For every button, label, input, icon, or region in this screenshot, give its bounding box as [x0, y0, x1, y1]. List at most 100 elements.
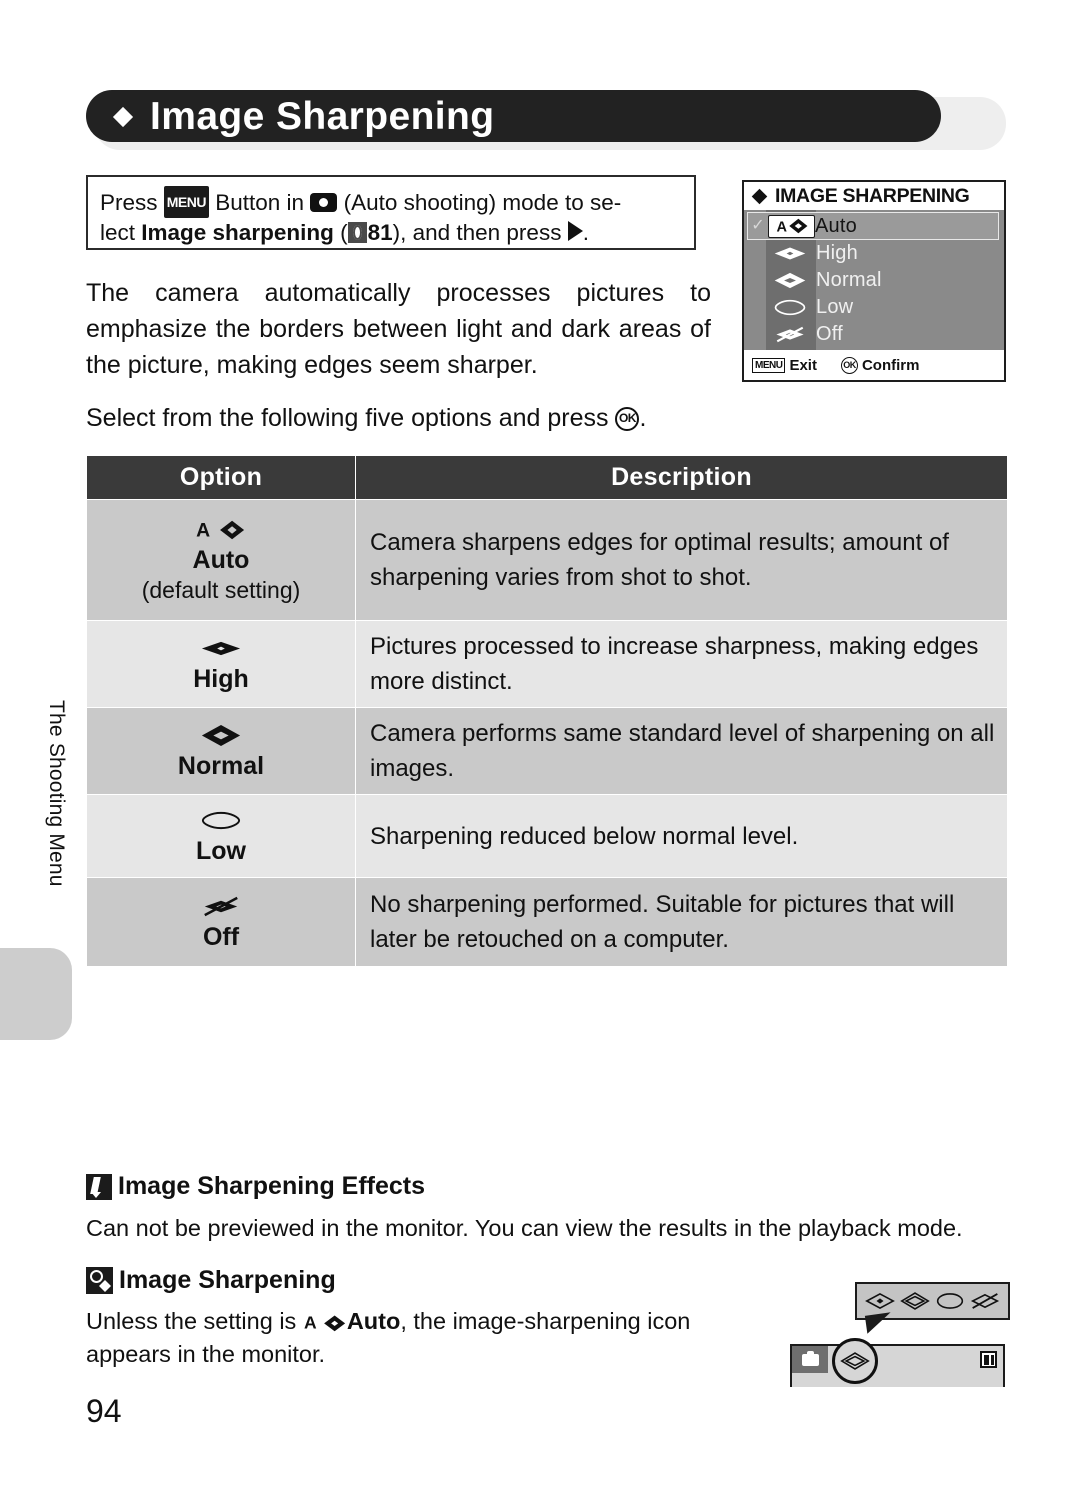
- description-cell-high: Pictures processed to increase sharpness…: [355, 620, 1008, 708]
- callout-pointer: [864, 1312, 894, 1334]
- option-cell-auto: A Auto (default setting): [86, 499, 356, 621]
- sharpening-low-icon: [764, 298, 816, 317]
- lcd-row-high[interactable]: High: [744, 240, 1004, 267]
- lcd-checkmark: ✓: [751, 217, 765, 234]
- reference-book-icon: [347, 222, 367, 243]
- page-header: Image Sharpening: [86, 90, 941, 142]
- option-name-auto: Auto: [192, 546, 250, 574]
- svg-text:A: A: [776, 219, 787, 235]
- sharpening-auto-icon: A: [303, 1312, 347, 1333]
- sharpening-high-icon: [764, 244, 816, 263]
- table-row: A Auto (default setting) Camera sharpens…: [86, 499, 1008, 621]
- sharpening-normal-icon: [832, 1338, 878, 1384]
- note-heading-sharpening: Image Sharpening: [86, 1266, 336, 1295]
- lcd-menu-screenshot: IMAGE SHARPENING ✓ A Auto High Normal Lo…: [742, 180, 1006, 382]
- option-name-low: Low: [196, 837, 246, 865]
- column-header-option: Option: [86, 455, 356, 500]
- instruction-line2-post: ), and then press: [392, 220, 568, 245]
- instruction-box: Press MENU Button in (Auto shooting) mod…: [86, 175, 696, 250]
- description-cell-off: No sharpening performed. Suitable for pi…: [355, 877, 1008, 967]
- lcd-label-normal: Normal: [816, 269, 882, 291]
- lcd-row-off[interactable]: Off: [744, 321, 1004, 348]
- lcd-row-auto[interactable]: ✓ A Auto: [747, 212, 999, 240]
- instruction-paren-open: (: [333, 220, 348, 245]
- option-name-high: High: [193, 665, 249, 693]
- table-row: Low Sharpening reduced below normal leve…: [86, 794, 1008, 878]
- description-text: No sharpening performed. Suitable for pi…: [370, 891, 955, 953]
- magnifier-note-icon: [86, 1267, 113, 1294]
- body-paragraph: The camera automatically processes pictu…: [86, 279, 711, 379]
- monitor-illustration: [790, 1282, 1010, 1387]
- menu-button-chip: MENU: [163, 186, 209, 218]
- option-name-normal: Normal: [177, 752, 265, 780]
- note-heading-effects: Image Sharpening Effects: [86, 1172, 425, 1201]
- option-cell-normal: Normal: [86, 707, 356, 795]
- camera-monitor: [790, 1338, 1005, 1387]
- lcd-exit-label: Exit: [789, 356, 817, 374]
- note-body-bold: Auto: [346, 1308, 401, 1334]
- svg-text:A: A: [304, 1313, 317, 1333]
- sharpening-low-icon: [87, 806, 355, 836]
- lcd-label-low: Low: [816, 296, 854, 318]
- sharpening-diamond-icon: [112, 106, 134, 128]
- description-text: Camera sharpens edges for optimal result…: [370, 529, 949, 591]
- ok-button-label: OK: [618, 411, 637, 425]
- option-cell-off: Off: [86, 877, 356, 967]
- note-heading-text: Image Sharpening: [119, 1266, 336, 1294]
- sharpening-normal-icon: [764, 271, 816, 290]
- page-title: Image Sharpening: [150, 94, 495, 138]
- side-tab-block: [0, 948, 72, 1040]
- sharpening-off-icon: [764, 325, 816, 344]
- instruction-ref-page: 81: [367, 220, 393, 245]
- table-row: High Pictures processed to increase shar…: [86, 620, 1008, 708]
- camera-auto-icon: [792, 1346, 828, 1373]
- lcd-row-low[interactable]: Low: [744, 294, 1004, 321]
- table-row: Normal Camera performs same standard lev…: [86, 707, 1008, 795]
- option-cell-low: Low: [86, 794, 356, 878]
- instruction-text-pre: Press: [100, 190, 164, 215]
- instruction-line-2: lect Image sharpening (81), and then pre…: [100, 218, 684, 248]
- note-body-sharpening: Unless the setting is A Auto, the image-s…: [86, 1305, 776, 1371]
- description-text: Pictures processed to increase sharpness…: [370, 633, 979, 695]
- instruction-menu-name: Image sharpening: [141, 220, 334, 245]
- note-heading-text: Image Sharpening Effects: [118, 1172, 426, 1200]
- lcd-title-bar: IMAGE SHARPENING: [744, 182, 1004, 210]
- lcd-option-list: ✓ A Auto High Normal Low Off: [744, 210, 1004, 350]
- lcd-row-normal[interactable]: Normal: [744, 267, 1004, 294]
- sharpening-high-icon: [87, 634, 355, 664]
- sharpening-auto-icon: A: [768, 214, 815, 238]
- column-header-description: Description: [355, 455, 1008, 500]
- sharpening-normal-icon: [87, 721, 355, 751]
- instruction-text-mid: Button in: [209, 190, 311, 215]
- ok-button-icon: OK: [615, 407, 640, 431]
- note-body-pre: Unless the setting is: [86, 1308, 303, 1334]
- instruction-text-post: (Auto shooting) mode to se-: [337, 190, 622, 215]
- note-body-effects: Can not be previewed in the monitor. You…: [86, 1215, 963, 1241]
- select-text-pre: Select from the following five options a…: [86, 404, 616, 432]
- lcd-exit-hint: MENU Exit: [752, 357, 817, 374]
- lcd-label-high: High: [816, 242, 858, 264]
- lcd-footer: MENU Exit OK Confirm: [744, 350, 1004, 380]
- table-header-row: Option Description: [86, 455, 1008, 500]
- lcd-confirm-label: Confirm: [861, 356, 920, 374]
- sharpening-auto-icon: A: [87, 515, 355, 545]
- table-row: Off No sharpening performed. Suitable fo…: [86, 877, 1008, 967]
- description-text: Camera performs same standard level of s…: [370, 720, 995, 782]
- lcd-confirm-hint: OK Confirm: [840, 356, 920, 374]
- sharpening-low-icon: [935, 1291, 965, 1311]
- menu-button-chip: MENU: [752, 357, 786, 373]
- lcd-label-off: Off: [816, 323, 843, 345]
- instruction-line-1: Press MENU Button in (Auto shooting) mod…: [100, 186, 684, 218]
- sharpening-diamond-icon: [751, 188, 768, 205]
- description-cell-low: Sharpening reduced below normal level.: [355, 794, 1008, 878]
- sharpening-normal-icon: [900, 1291, 930, 1311]
- select-text-post: .: [639, 404, 647, 432]
- sharpening-off-icon: [87, 892, 355, 922]
- ok-button-icon: OK: [840, 356, 858, 374]
- page-number: 94: [86, 1393, 122, 1429]
- sharpening-high-icon: [864, 1291, 895, 1311]
- camera-auto-icon: [310, 193, 338, 212]
- svg-text:A: A: [196, 519, 210, 541]
- option-cell-high: High: [86, 620, 356, 708]
- option-name-off: Off: [202, 923, 240, 951]
